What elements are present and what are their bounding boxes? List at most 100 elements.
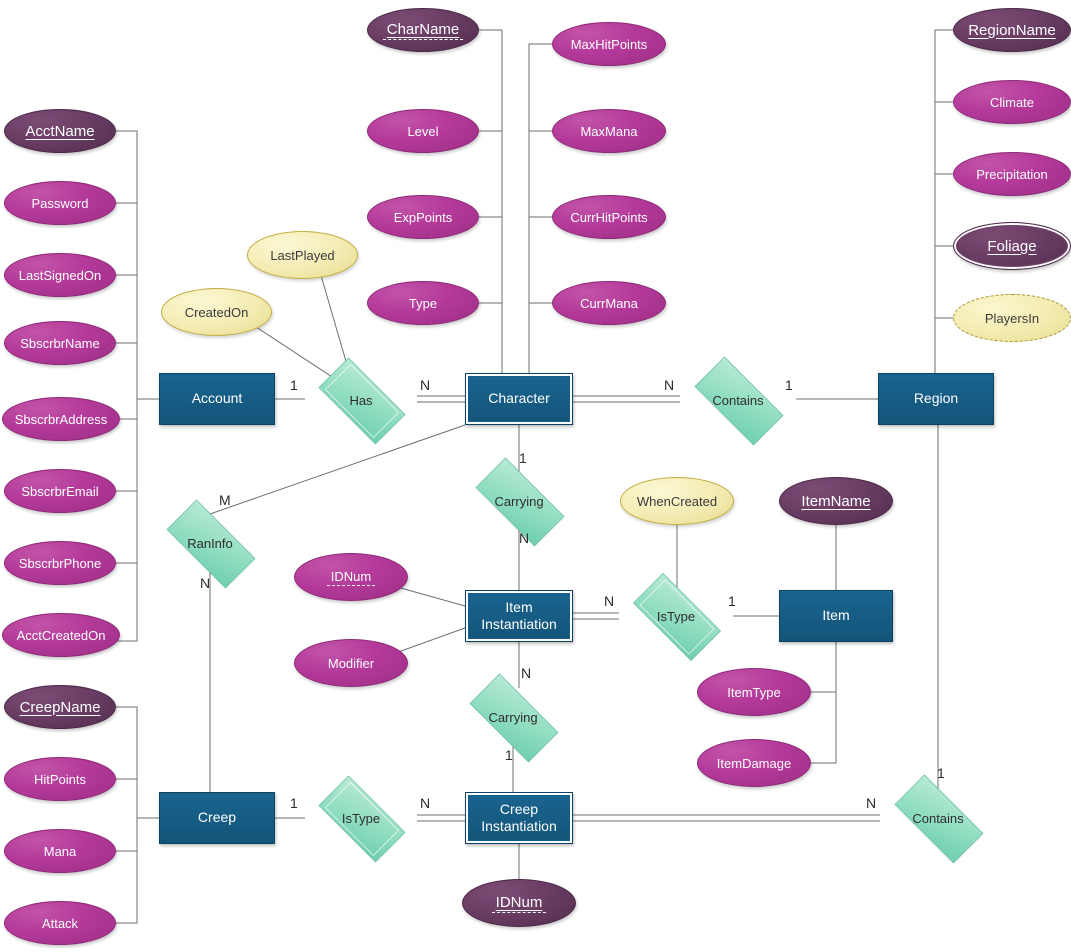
attribute-label: ItemDamage: [716, 755, 792, 771]
attribute-label: Modifier: [327, 655, 375, 671]
entity-label: Character: [488, 390, 550, 407]
attribute-label: PlayersIn: [984, 310, 1040, 326]
relationship-istype-item: IsType: [619, 573, 733, 661]
attribute-label: CreepName: [19, 698, 101, 716]
attribute-label: ExpPoints: [393, 209, 453, 225]
attribute-label: Attack: [41, 915, 79, 931]
attribute-label: Level: [407, 123, 439, 139]
diamond-shape: [694, 356, 784, 446]
attribute-maxmana: MaxMana: [552, 109, 666, 153]
attribute-lastplayed: LastPlayed: [247, 231, 358, 279]
entity-label: Account: [191, 390, 243, 407]
attribute-label: Type: [408, 295, 438, 311]
cardinality-card-creepinst-contains: N: [866, 795, 877, 811]
attribute-label: ItemName: [801, 492, 871, 510]
entity-label: Item Instantiation: [481, 598, 557, 633]
cardinality-card-iteminst-carrying2: N: [521, 665, 532, 681]
attribute-mana: Mana: [4, 829, 116, 873]
line-character-leftbus: [479, 29, 503, 373]
entity-label: Region: [913, 390, 959, 407]
entity-region: Region: [878, 373, 994, 425]
attribute-label: SbscrbrPhone: [18, 555, 102, 571]
attribute-charname: CharName: [367, 8, 479, 52]
attribute-label: Password: [31, 195, 89, 211]
attribute-label: AcctName: [25, 122, 95, 140]
diamond-shape: [166, 499, 256, 589]
relationship-contains-region-character: Contains: [680, 356, 796, 446]
attribute-idnum-item: IDNum: [294, 553, 408, 601]
cardinality-card-raninfo-m: M: [219, 492, 231, 508]
cardinality-card-character-contains: N: [664, 377, 675, 393]
attribute-maxhitpoints: MaxHitPoints: [552, 22, 666, 66]
attribute-label: LastSignedOn: [18, 267, 102, 283]
attribute-label: SbscrbrEmail: [21, 483, 99, 499]
attribute-hitpoints: HitPoints: [4, 757, 116, 801]
cardinality-card-istype-item: 1: [728, 593, 736, 609]
attribute-label: WhenCreated: [636, 493, 718, 509]
entity-creep-instantiation: Creep Instantiation: [465, 792, 573, 844]
line-item-bus: [811, 642, 837, 764]
relationship-istype-creep: IsType: [305, 775, 417, 863]
cardinality-card-carrying2-creepinst: 1: [505, 747, 513, 763]
attribute-label: AcctCreatedOn: [16, 627, 106, 643]
cardinality-card-creep-istype: 1: [290, 795, 298, 811]
line-character-raninfo: [209, 424, 466, 515]
cardinality-card-istype-creepinst: N: [420, 795, 431, 811]
entity-creep: Creep: [159, 792, 275, 844]
diamond-shape: [469, 673, 559, 763]
attribute-label: RegionName: [968, 21, 1056, 39]
relationship-carrying-character-item: Carrying: [461, 457, 577, 547]
relationship-carrying-creep-item: Carrying: [455, 673, 571, 763]
attribute-whencreated: WhenCreated: [620, 477, 734, 525]
attribute-level: Level: [367, 109, 479, 153]
attribute-climate: Climate: [953, 80, 1071, 124]
attribute-label: Climate: [989, 94, 1035, 110]
attribute-itemtype: ItemType: [697, 668, 811, 716]
attribute-label: Foliage: [987, 237, 1037, 255]
entity-item-instantiation: Item Instantiation: [465, 590, 573, 642]
attribute-acctcreatedon: AcctCreatedOn: [2, 613, 120, 657]
cardinality-card-raninfo-n: N: [200, 575, 211, 591]
attribute-creepname: CreepName: [4, 685, 116, 729]
attribute-foliage: Foliage: [953, 222, 1071, 270]
cardinality-card-character-carrying: 1: [519, 450, 527, 466]
attribute-sbscrbraddress: SbscrbrAddress: [2, 397, 120, 441]
line-character-rightbus: [528, 43, 552, 373]
cardinality-card-contains2-region: 1: [937, 765, 945, 781]
cardinality-card-carrying-iteminst: N: [519, 530, 530, 546]
attribute-modifier: Modifier: [294, 639, 408, 687]
relationship-has: Has: [305, 357, 417, 445]
attribute-password: Password: [4, 181, 116, 225]
attribute-sbscrbremail: SbscrbrEmail: [4, 469, 116, 513]
attribute-precipitation: Precipitation: [953, 152, 1071, 196]
attribute-label: SbscrbrAddress: [14, 411, 108, 427]
attribute-exppoints: ExpPoints: [367, 195, 479, 239]
attribute-createdon: CreatedOn: [161, 288, 272, 336]
line-creep-bus: [116, 706, 138, 924]
attribute-regionname: RegionName: [953, 8, 1071, 52]
attribute-label: Precipitation: [976, 166, 1048, 182]
attribute-label: CharName: [382, 21, 464, 40]
cardinality-card-has-character: N: [420, 377, 431, 393]
relationship-contains-region-creep: Contains: [880, 774, 996, 864]
attribute-label: IDNum: [326, 569, 376, 586]
attribute-sbscrbrphone: SbscrbrPhone: [4, 541, 116, 585]
entity-character: Character: [465, 373, 573, 425]
attribute-lastsignedon: LastSignedOn: [4, 253, 116, 297]
er-diagram-canvas: AcctName Password LastSignedOn SbscrbrName S…: [0, 0, 1071, 952]
entity-label: Item: [822, 607, 850, 624]
attribute-label: CreatedOn: [184, 304, 249, 320]
attribute-label: LastPlayed: [270, 247, 335, 263]
cardinality-card-account-has: 1: [290, 377, 298, 393]
cardinality-card-iteminst-istype: N: [604, 593, 615, 609]
attribute-playersin: PlayersIn: [953, 294, 1071, 342]
attribute-idnum-creep: IDNum: [462, 879, 576, 927]
relationship-raninfo: RanInfo: [152, 499, 268, 589]
attribute-acctname: AcctName: [4, 109, 116, 153]
attribute-type: Type: [367, 281, 479, 325]
attribute-label: MaxMana: [580, 123, 638, 139]
line-account-bus: [116, 130, 138, 642]
entity-label: Creep Instantiation: [481, 800, 557, 835]
attribute-label: ItemType: [727, 684, 781, 700]
attribute-label: CurrMana: [580, 295, 638, 311]
